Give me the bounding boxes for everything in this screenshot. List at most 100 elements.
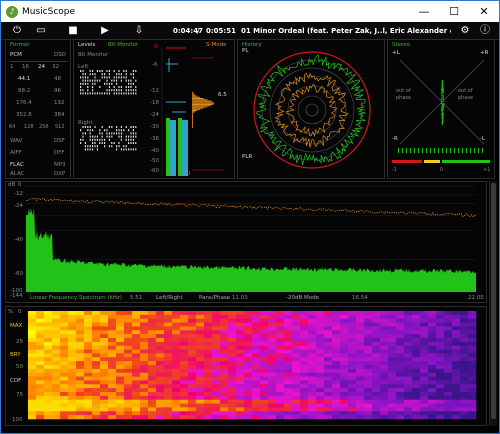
spectrogram-cell <box>84 341 93 347</box>
spectrogram-cell <box>460 399 469 404</box>
left-bit-dot <box>123 70 125 72</box>
spectrogram-cell <box>364 399 373 404</box>
spectrogram-cell <box>244 376 253 381</box>
spectrogram-cell <box>204 357 213 362</box>
spectrogram-cell <box>28 403 37 408</box>
spectrogram-cell <box>284 338 293 343</box>
right-bit-dot <box>123 129 125 132</box>
left-bit-dot <box>101 92 103 95</box>
open-folder-icon[interactable]: ▭ <box>29 22 53 40</box>
spectrogram-cell <box>172 395 181 401</box>
spectrogram-cell <box>268 314 277 320</box>
minimize-button[interactable]: — <box>409 1 439 22</box>
spectrogram-cell <box>412 349 421 354</box>
spectrogram-cell <box>124 353 133 358</box>
s-mode-histogram-bar <box>192 123 193 125</box>
spectrogram-cell <box>116 376 125 381</box>
spectrogram-cell <box>36 334 45 339</box>
spectrogram-cell <box>452 415 461 420</box>
spectrogram-cell <box>268 341 277 347</box>
spectrogram-cell <box>92 345 101 350</box>
balance-tick <box>446 148 447 153</box>
spectrogram-cell <box>340 318 349 323</box>
spectrogram-cell <box>300 314 309 320</box>
stereo-panel: Stereo +L +R -R -L out of phase out of p… <box>387 39 495 179</box>
spectrogram-cell <box>124 376 133 381</box>
left-right-mode[interactable]: Left/Right <box>156 295 183 301</box>
spectrogram-cell <box>196 314 205 320</box>
spectrogram-cell <box>292 314 301 320</box>
history-loudness-trace <box>274 72 349 148</box>
spectrogram-cell <box>52 372 61 377</box>
spectrogram-cell <box>332 311 341 316</box>
spectrogram-cell <box>84 411 93 416</box>
spectrogram-cell <box>340 415 349 420</box>
spectrogram-cell <box>396 345 405 350</box>
right-bit-dot <box>132 135 134 138</box>
spectrogram-cell <box>404 361 413 366</box>
spectrogram-cell <box>468 361 477 366</box>
spectrogram-cell <box>292 407 301 412</box>
spectrogram-cell <box>324 338 333 343</box>
level-scale-label: 0 <box>154 44 158 50</box>
spectrogram-cell <box>52 403 61 408</box>
spectrogram-cell <box>132 415 141 420</box>
stop-button[interactable]: ■ <box>61 22 85 40</box>
spectrogram-cell <box>380 372 389 377</box>
spectrogram-cell <box>300 349 309 354</box>
spectrogram-cell <box>28 399 37 404</box>
spectrogram-cell <box>396 311 405 316</box>
vertical-scrollbar[interactable] <box>489 181 497 426</box>
level-scale-label: -50 <box>150 158 159 164</box>
spectrogram-cell <box>68 407 77 412</box>
power-icon[interactable]: ⏻ <box>5 22 29 40</box>
spectrogram-cell <box>348 399 357 404</box>
spectrogram-cell <box>164 330 173 335</box>
right-bit-dot <box>118 132 120 135</box>
left-bit-dot <box>101 73 103 76</box>
spectrogram-cell <box>260 388 269 393</box>
spectrogram-cell <box>468 415 477 420</box>
spectrogram-cell <box>420 318 429 323</box>
left-bit-dot <box>125 76 127 79</box>
spectrogram-cell <box>68 334 77 339</box>
maximize-button[interactable]: ☐ <box>439 1 469 22</box>
spectrogram-cell <box>276 353 285 358</box>
spectrogram-cell <box>108 368 117 374</box>
spectrogram-cell <box>292 380 301 385</box>
max-tag: MAX <box>10 323 23 329</box>
spectrum-y-tick: 0 <box>18 182 22 188</box>
close-button[interactable]: ✕ <box>469 1 499 22</box>
spectrogram-cell <box>388 334 397 339</box>
spectrogram-cell <box>76 407 85 412</box>
spectrogram-cell <box>252 376 261 381</box>
spectrogram-cell <box>292 403 301 408</box>
spectrogram-cell <box>388 326 397 331</box>
spectrogram-cell <box>196 376 205 381</box>
stereo-sample-dot <box>443 103 445 105</box>
pans-phase-mode[interactable]: Pans/Phase <box>199 295 230 301</box>
spectrogram-cell <box>236 388 245 393</box>
spectrogram-cell <box>332 368 341 374</box>
export-icon[interactable]: ⇩ <box>127 22 151 40</box>
s-mode-toggle[interactable]: S-Mode <box>206 42 226 48</box>
right-bit-dot <box>116 129 118 132</box>
info-icon[interactable]: ⓘ <box>473 22 497 40</box>
spectrogram-cell <box>116 372 125 377</box>
spectrogram-cell <box>84 407 93 412</box>
balance-tick <box>406 148 407 153</box>
stereo-sample-dot <box>442 81 444 83</box>
play-button[interactable]: ▶ <box>93 22 117 40</box>
scrollbar-thumb[interactable] <box>491 183 496 419</box>
spectrogram-cell <box>60 368 69 374</box>
spectrogram-cell <box>332 407 341 412</box>
spectrogram-cell <box>204 334 213 339</box>
spectrogram-cell <box>108 314 117 320</box>
stereo-sample-dot <box>440 97 442 99</box>
minus-20db-mode[interactable]: -20dB Mode <box>286 295 319 301</box>
spectrogram-cell <box>420 415 429 420</box>
spectrogram-cell <box>116 368 125 374</box>
right-bit-dot <box>101 135 103 138</box>
spectrogram-cell <box>436 357 445 362</box>
balance-tick <box>466 148 467 153</box>
